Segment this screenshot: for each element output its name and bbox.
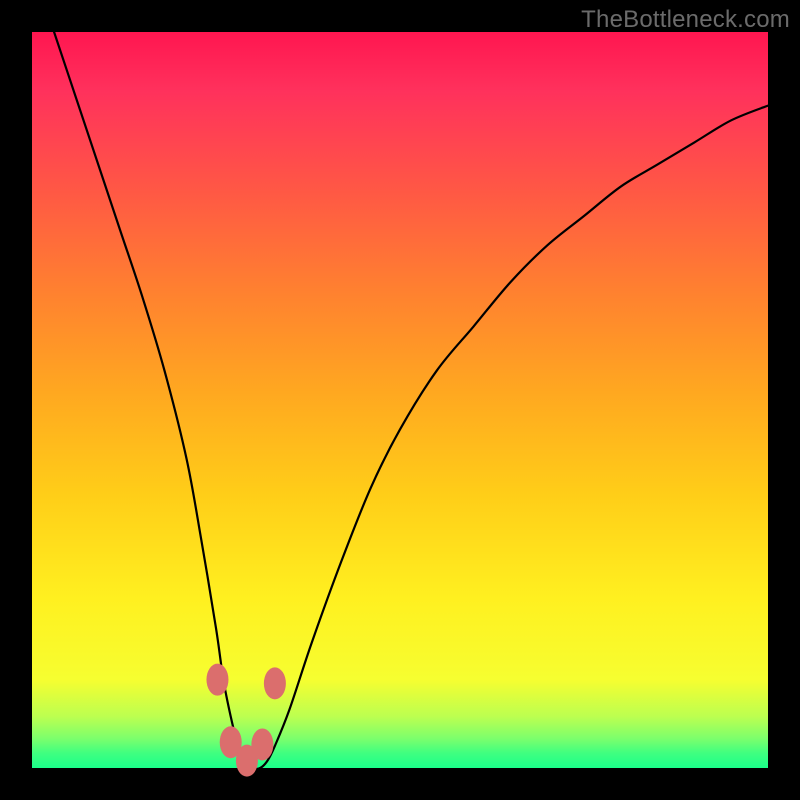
chart-container: TheBottleneck.com xyxy=(0,0,800,800)
marker-group xyxy=(206,664,285,777)
watermark-label: TheBottleneck.com xyxy=(581,6,790,34)
curve-svg xyxy=(32,32,768,768)
curve-marker-3 xyxy=(251,728,273,760)
bottleneck-curve xyxy=(54,32,768,769)
plot-area xyxy=(32,32,768,768)
curve-marker-0 xyxy=(206,664,228,696)
curve-marker-4 xyxy=(264,667,286,699)
